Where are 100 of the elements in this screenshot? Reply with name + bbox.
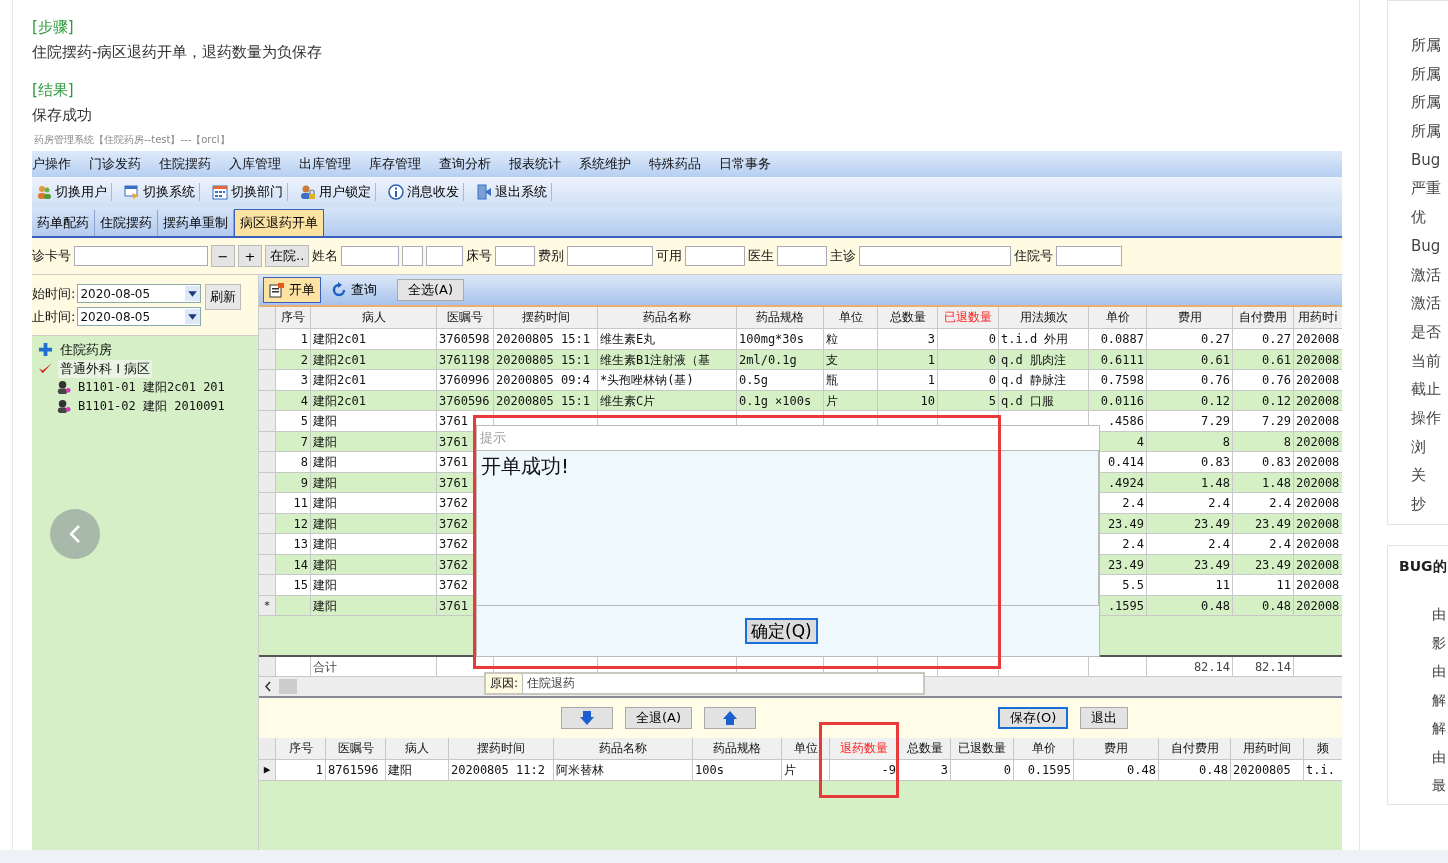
action-button[interactable]: 查询 — [325, 277, 383, 303]
menu-item[interactable]: 查询分析 — [439, 155, 500, 173]
table-cell: 1 — [276, 760, 326, 781]
table-cell: 建阳2c01 — [311, 370, 437, 391]
table-cell: 1 — [276, 329, 311, 350]
row-selector[interactable] — [259, 329, 276, 350]
scrollbar-thumb[interactable] — [279, 679, 297, 694]
menu-item[interactable]: 入库管理 — [229, 155, 290, 173]
table-cell: 20200805 11:2 — [449, 760, 554, 781]
toolbar-button[interactable]: 消息收发 — [384, 183, 464, 201]
input-field[interactable] — [74, 246, 208, 266]
ok-button[interactable]: 确定(Q) — [745, 618, 818, 644]
table-cell: 3760996 — [437, 370, 494, 391]
row-selector[interactable] — [259, 452, 276, 473]
menu-item[interactable]: 户操作 — [32, 155, 80, 173]
filter-button[interactable]: 在院.. — [265, 245, 310, 267]
menu-item[interactable]: 住院摆药 — [159, 155, 220, 173]
table-row[interactable]: 1 建阳2c01 3760598 20200805 15:1 维生素E丸 100mg*30s 粒 3 0 t.i.d 外用 0.0887 0.27 0.27 202008 — [259, 329, 1342, 350]
date-field[interactable]: 2020-08-05 — [77, 284, 202, 303]
menu-item[interactable]: 报表统计 — [509, 155, 570, 173]
row-selector[interactable] — [259, 390, 276, 411]
menu-item[interactable]: 出库管理 — [299, 155, 360, 173]
table-cell: 建阳2c01 — [311, 329, 437, 350]
menu-item[interactable]: 库存管理 — [369, 155, 430, 173]
row-selector[interactable] — [259, 534, 276, 555]
tab[interactable]: 病区退药开单 — [234, 209, 324, 236]
input-field[interactable] — [567, 246, 654, 266]
toolbar-button[interactable]: 退出系统 — [472, 183, 552, 201]
field-label: 由 — [1431, 605, 1447, 624]
table-cell: 202008 — [1294, 329, 1342, 350]
table-row[interactable]: ▶ 1 8761596 建阳 20200805 11:2 阿米替林 100s 片 -9 3 0 0.1595 0.48 0.48 20200805 t.i. — [259, 760, 1342, 781]
table-cell: 202008 — [1294, 575, 1342, 596]
row-selector[interactable] — [259, 472, 276, 493]
date-field[interactable]: 2020-08-05 — [77, 307, 202, 326]
table-cell: 1 — [878, 370, 938, 391]
table-cell: 0 — [938, 370, 999, 391]
select-all-button[interactable]: 全选(A) — [397, 279, 465, 301]
input-field[interactable] — [495, 246, 536, 266]
filter-button[interactable]: + — [238, 245, 262, 267]
tab[interactable]: 住院摆药 — [95, 210, 158, 236]
table-cell: 0 — [951, 760, 1014, 781]
menu-item[interactable]: 特殊药品 — [649, 155, 710, 173]
row-selector[interactable] — [259, 411, 276, 432]
toolbar-button[interactable]: 切换用户 — [32, 183, 112, 201]
caret-icon[interactable] — [185, 309, 201, 324]
table-row[interactable]: 3 建阳2c01 3760996 20200805 09:4 *头孢唑林钠(基) 0.5g 瓶 1 0 q.d 静脉注 0.7598 0.76 0.76 202008 — [259, 370, 1342, 391]
table-cell: *头孢唑林钠(基) — [598, 370, 737, 391]
tree-item[interactable]: 住院药房 — [58, 340, 114, 359]
input-field[interactable] — [426, 246, 464, 266]
row-selector[interactable] — [259, 513, 276, 534]
menu-item[interactable]: 日常事务 — [719, 155, 780, 173]
field-label: 所属 — [1411, 92, 1442, 114]
toolbar-button[interactable]: 切换部门 — [208, 183, 288, 201]
tree-item[interactable]: B1101-02 建阳 2010091 — [76, 398, 227, 415]
table-cell: 7.29 — [1147, 411, 1233, 432]
tree-item[interactable]: B1101-01 建阳2c01 201 — [76, 379, 227, 396]
input-field[interactable] — [859, 246, 1012, 266]
field-label: 主诊 — [830, 247, 857, 265]
field-label: 由 — [1431, 747, 1447, 767]
input-field[interactable] — [1056, 246, 1123, 266]
action-button[interactable]: 全退(A) — [625, 707, 693, 729]
action-button[interactable]: 退出 — [1080, 707, 1129, 729]
row-selector[interactable] — [259, 349, 276, 370]
table-cell: 0.5g — [737, 370, 824, 391]
row-selector[interactable] — [259, 431, 276, 452]
input-field[interactable] — [777, 246, 828, 266]
menu-item[interactable]: 门诊发药 — [89, 155, 150, 173]
input-field[interactable] — [341, 246, 400, 266]
row-selector[interactable] — [259, 493, 276, 514]
table-row[interactable]: 4 建阳2c01 3760596 20200805 15:1 维生素C片 0.1g ×100s 片 10 5 q.d 口服 0.0116 0.12 0.12 202008 — [259, 390, 1342, 411]
move-up-button[interactable] — [704, 707, 757, 729]
row-selector[interactable] — [259, 370, 276, 391]
window-title: 药房管理系统【住院药房--test】---【orcl】 — [34, 135, 230, 145]
row-selector[interactable] — [259, 554, 276, 575]
move-down-button[interactable] — [561, 707, 613, 729]
table-cell: 20200805 15:1 — [494, 329, 598, 350]
input-field[interactable] — [685, 246, 746, 266]
row-selector[interactable]: * — [259, 595, 276, 616]
table-row[interactable]: 2 建阳2c01 3761198 20200805 15:1 维生素B1注射液（基 2ml/0.1g 支 1 0 q.d 肌肉注 0.6111 0.61 0.61 202008 — [259, 349, 1342, 370]
table-cell: 2.4 — [1147, 534, 1233, 555]
tab[interactable]: 药单配药 — [32, 210, 95, 236]
checkmark-icon — [38, 361, 53, 376]
row-selector[interactable]: ▶ — [259, 760, 276, 781]
tree-item[interactable]: 普通外科 I 病区 — [58, 359, 153, 378]
menu-item[interactable]: 系统维护 — [579, 155, 640, 173]
row-selector[interactable] — [259, 575, 276, 596]
action-button[interactable]: 保存(O) — [998, 707, 1069, 729]
table-cell: 202008 — [1294, 534, 1342, 555]
action-button[interactable]: 开单 — [263, 277, 321, 303]
refresh-button[interactable]: 刷新 — [205, 284, 242, 310]
toolbar-button[interactable]: 用户锁定 — [296, 183, 376, 201]
table-cell: 粒 — [824, 329, 878, 350]
toolbar-button[interactable]: 切换系统 — [120, 183, 200, 201]
reason-field[interactable]: 原因: 住院退药 — [484, 672, 925, 695]
chevron-left-icon — [68, 524, 82, 544]
input-field[interactable] — [402, 246, 424, 266]
caret-icon[interactable] — [185, 286, 201, 301]
table-cell: 15 — [276, 575, 311, 596]
field-label: 所属 — [1411, 63, 1442, 85]
filter-button[interactable]: − — [211, 245, 235, 267]
